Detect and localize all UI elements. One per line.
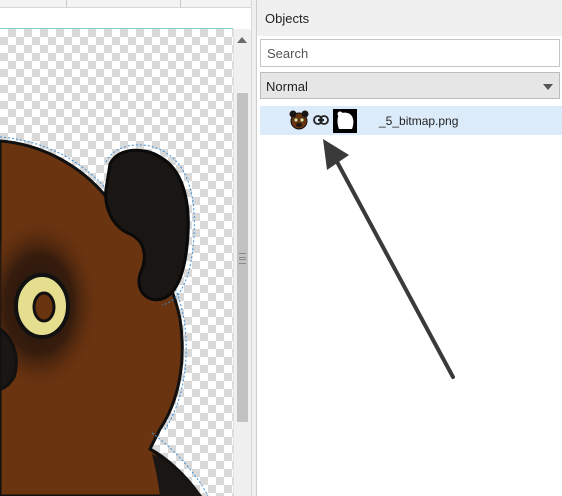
horizontal-ruler — [0, 0, 256, 8]
layer-row[interactable]: _5_bitmap.png — [260, 106, 562, 135]
bear-thumbnail-icon[interactable] — [288, 109, 310, 131]
canvas-vertical-scrollbar[interactable] — [233, 29, 251, 496]
scrollbar-thumb[interactable] — [237, 93, 248, 422]
layer-name: _5_bitmap.png — [379, 114, 459, 128]
objects-panel: Objects Normal _5_bitmap.png — [256, 0, 562, 496]
scroll-up-arrow-icon[interactable] — [237, 37, 247, 43]
blend-mode-dropdown[interactable]: Normal — [260, 72, 560, 99]
mask-thumbnail-icon[interactable] — [333, 109, 357, 133]
scrollbar-grip-icon — [239, 253, 246, 264]
blend-mode-value: Normal — [266, 79, 308, 94]
canvas-margin — [0, 8, 233, 29]
chevron-down-icon[interactable] — [543, 84, 553, 90]
search-input[interactable] — [260, 39, 560, 67]
link-icon[interactable] — [313, 113, 329, 127]
bear-artwork[interactable] — [0, 29, 233, 496]
document-canvas[interactable] — [0, 29, 233, 496]
objects-panel-header: Objects — [257, 0, 562, 36]
panel-title: Objects — [265, 11, 310, 26]
canvas-area[interactable] — [0, 0, 256, 496]
